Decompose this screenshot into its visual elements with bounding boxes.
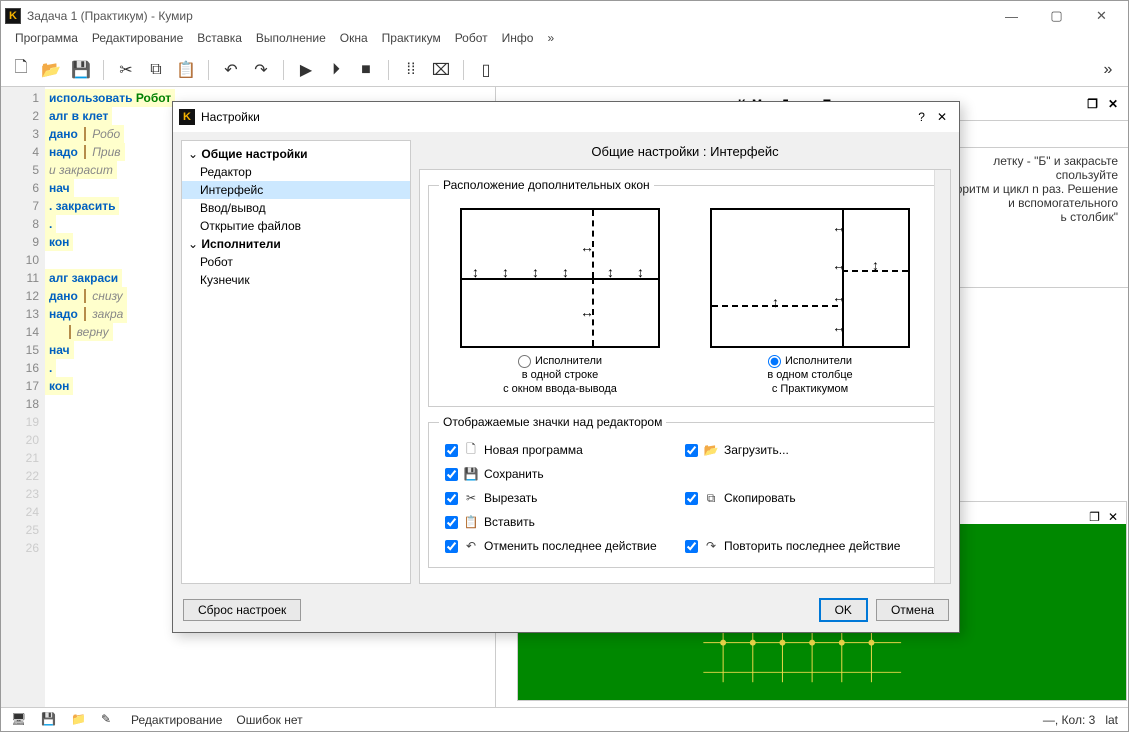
menu-more[interactable]: » (547, 31, 554, 53)
run-icon[interactable]: ▶ (294, 58, 318, 82)
copy-icon[interactable]: ⧉ (144, 58, 168, 82)
status-errors: Ошибок нет (236, 713, 302, 727)
settings-main: Общие настройки : Интерфейс Расположение… (419, 140, 951, 584)
close-button[interactable]: ✕ (1079, 2, 1124, 30)
save-icon: 💾 (464, 467, 478, 481)
close-panel-icon[interactable]: ✕ (1108, 97, 1118, 111)
layout-diagram-row: ↕ ↕ ↕ ↕ ↕ ↕ ↔ ↔ (460, 208, 660, 348)
cb-save[interactable] (445, 468, 458, 481)
folder-open-icon: 📂 (704, 443, 718, 457)
tree-cat-performers[interactable]: Исполнители (182, 235, 410, 253)
status-icon-3[interactable]: 📁 (71, 712, 87, 728)
tree-cat-general[interactable]: Общие настройки (182, 145, 410, 163)
settings-scrollbar[interactable] (934, 170, 950, 583)
save-file-icon[interactable]: 💾 (69, 58, 93, 82)
status-mode: Редактирование (131, 713, 222, 727)
dialog-app-icon: K (179, 109, 195, 125)
main-titlebar: K Задача 1 (Практикум) - Кумир — ▢ ✕ (1, 1, 1128, 31)
redo-icon: ↷ (704, 539, 718, 553)
layout-option-column[interactable]: ↔ ↔ ↔ ↔ ↕ ↕ Исполнители в од (710, 202, 910, 396)
cb-paste[interactable] (445, 516, 458, 529)
stop-icon[interactable]: ■ (354, 58, 378, 82)
status-position: —, Кол: 3 (1043, 713, 1095, 727)
layout-radio-column[interactable] (768, 355, 781, 368)
paste-icon[interactable]: 📋 (174, 58, 198, 82)
tree-item-io[interactable]: Ввод/вывод (182, 199, 410, 217)
cb-undo[interactable] (445, 540, 458, 553)
tree-item-files[interactable]: Открытие файлов (182, 217, 410, 235)
paste-icon: 📋 (464, 515, 478, 529)
minimize-button[interactable]: — (989, 2, 1034, 30)
group-toolbar-icons: Отображаемые значки над редактором 🗋Нова… (428, 415, 942, 568)
status-layout[interactable]: lat (1105, 713, 1118, 727)
dialog-close-button[interactable]: ✕ (937, 110, 947, 124)
dialog-footer: Сброс настроек OK Отмена (173, 592, 959, 628)
group-window-layout: Расположение дополнительных окон ↕ ↕ ↕ ↕ (428, 178, 942, 407)
undo-icon: ↶ (464, 539, 478, 553)
tool-a-icon[interactable]: ⁞⁞ (399, 58, 423, 82)
maximize-button[interactable]: ▢ (1034, 2, 1079, 30)
cut-icon: ✂ (464, 491, 478, 505)
detach-icon[interactable]: ❐ (1087, 97, 1098, 111)
new-file-icon[interactable]: 🗋 (9, 58, 33, 82)
menu-edit[interactable]: Редактирование (92, 31, 183, 53)
layout-radio-row[interactable] (518, 355, 531, 368)
new-file-icon: 🗋 (464, 443, 478, 457)
status-icon-1[interactable]: 🖥 (11, 712, 27, 728)
dialog-titlebar: K Настройки ? ✕ (173, 102, 959, 132)
cb-copy[interactable] (685, 492, 698, 505)
open-file-icon[interactable]: 📂 (39, 58, 63, 82)
cb-load[interactable] (685, 444, 698, 457)
settings-sidebar: Общие настройки Редактор Интерфейс Ввод/… (181, 140, 411, 584)
status-icon-4[interactable]: ✎ (101, 712, 117, 728)
window-title: Задача 1 (Практикум) - Кумир (27, 9, 193, 23)
tool-b-icon[interactable]: ⌧ (429, 58, 453, 82)
tree-item-grasshopper[interactable]: Кузнечик (182, 271, 410, 289)
robot-close-icon[interactable]: ✕ (1108, 510, 1118, 524)
menu-run[interactable]: Выполнение (256, 31, 326, 53)
settings-page-title: Общие настройки : Интерфейс (419, 140, 951, 169)
settings-dialog: K Настройки ? ✕ Общие настройки Редактор… (172, 101, 960, 633)
tool-c-icon[interactable]: ▯ (474, 58, 498, 82)
tree-item-editor[interactable]: Редактор (182, 163, 410, 181)
menu-practicum[interactable]: Практикум (382, 31, 441, 53)
tree-item-interface[interactable]: Интерфейс (182, 181, 410, 199)
cb-redo[interactable] (685, 540, 698, 553)
cut-icon[interactable]: ✂ (114, 58, 138, 82)
cb-new-program[interactable] (445, 444, 458, 457)
menu-insert[interactable]: Вставка (197, 31, 242, 53)
status-icon-2[interactable]: 💾 (41, 712, 57, 728)
reset-button[interactable]: Сброс настроек (183, 599, 301, 621)
redo-icon[interactable]: ↷ (249, 58, 273, 82)
dialog-help-button[interactable]: ? (918, 110, 925, 124)
layout-diagram-column: ↔ ↔ ↔ ↔ ↕ ↕ (710, 208, 910, 348)
step-icon[interactable]: ⏵ (324, 58, 348, 82)
menu-windows[interactable]: Окна (340, 31, 368, 53)
statusbar: 🖥 💾 📁 ✎ Редактирование Ошибок нет —, Кол… (1, 707, 1128, 731)
app-icon: K (5, 8, 21, 24)
menubar: Программа Редактирование Вставка Выполне… (1, 31, 1128, 53)
cancel-button[interactable]: Отмена (876, 599, 949, 621)
menu-robot[interactable]: Робот (455, 31, 488, 53)
group-window-layout-label: Расположение дополнительных окон (439, 178, 654, 192)
copy-icon: ⧉ (704, 491, 718, 505)
toolbar: 🗋 📂 💾 ✂ ⧉ 📋 ↶ ↷ ▶ ⏵ ■ ⁞⁞ ⌧ ▯ » (1, 53, 1128, 87)
ok-button[interactable]: OK (819, 598, 868, 622)
gutter: 1234567891011121314151617181920212223242… (1, 87, 45, 707)
menu-info[interactable]: Инфо (502, 31, 534, 53)
dialog-title: Настройки (201, 110, 260, 124)
toolbar-more-icon[interactable]: » (1096, 58, 1120, 82)
group-toolbar-icons-label: Отображаемые значки над редактором (439, 415, 666, 429)
robot-detach-icon[interactable]: ❐ (1089, 510, 1100, 524)
tree-item-robot[interactable]: Робот (182, 253, 410, 271)
layout-option-row[interactable]: ↕ ↕ ↕ ↕ ↕ ↕ ↔ ↔ Исполните (460, 202, 660, 396)
cb-cut[interactable] (445, 492, 458, 505)
menu-program[interactable]: Программа (15, 31, 78, 53)
undo-icon[interactable]: ↶ (219, 58, 243, 82)
